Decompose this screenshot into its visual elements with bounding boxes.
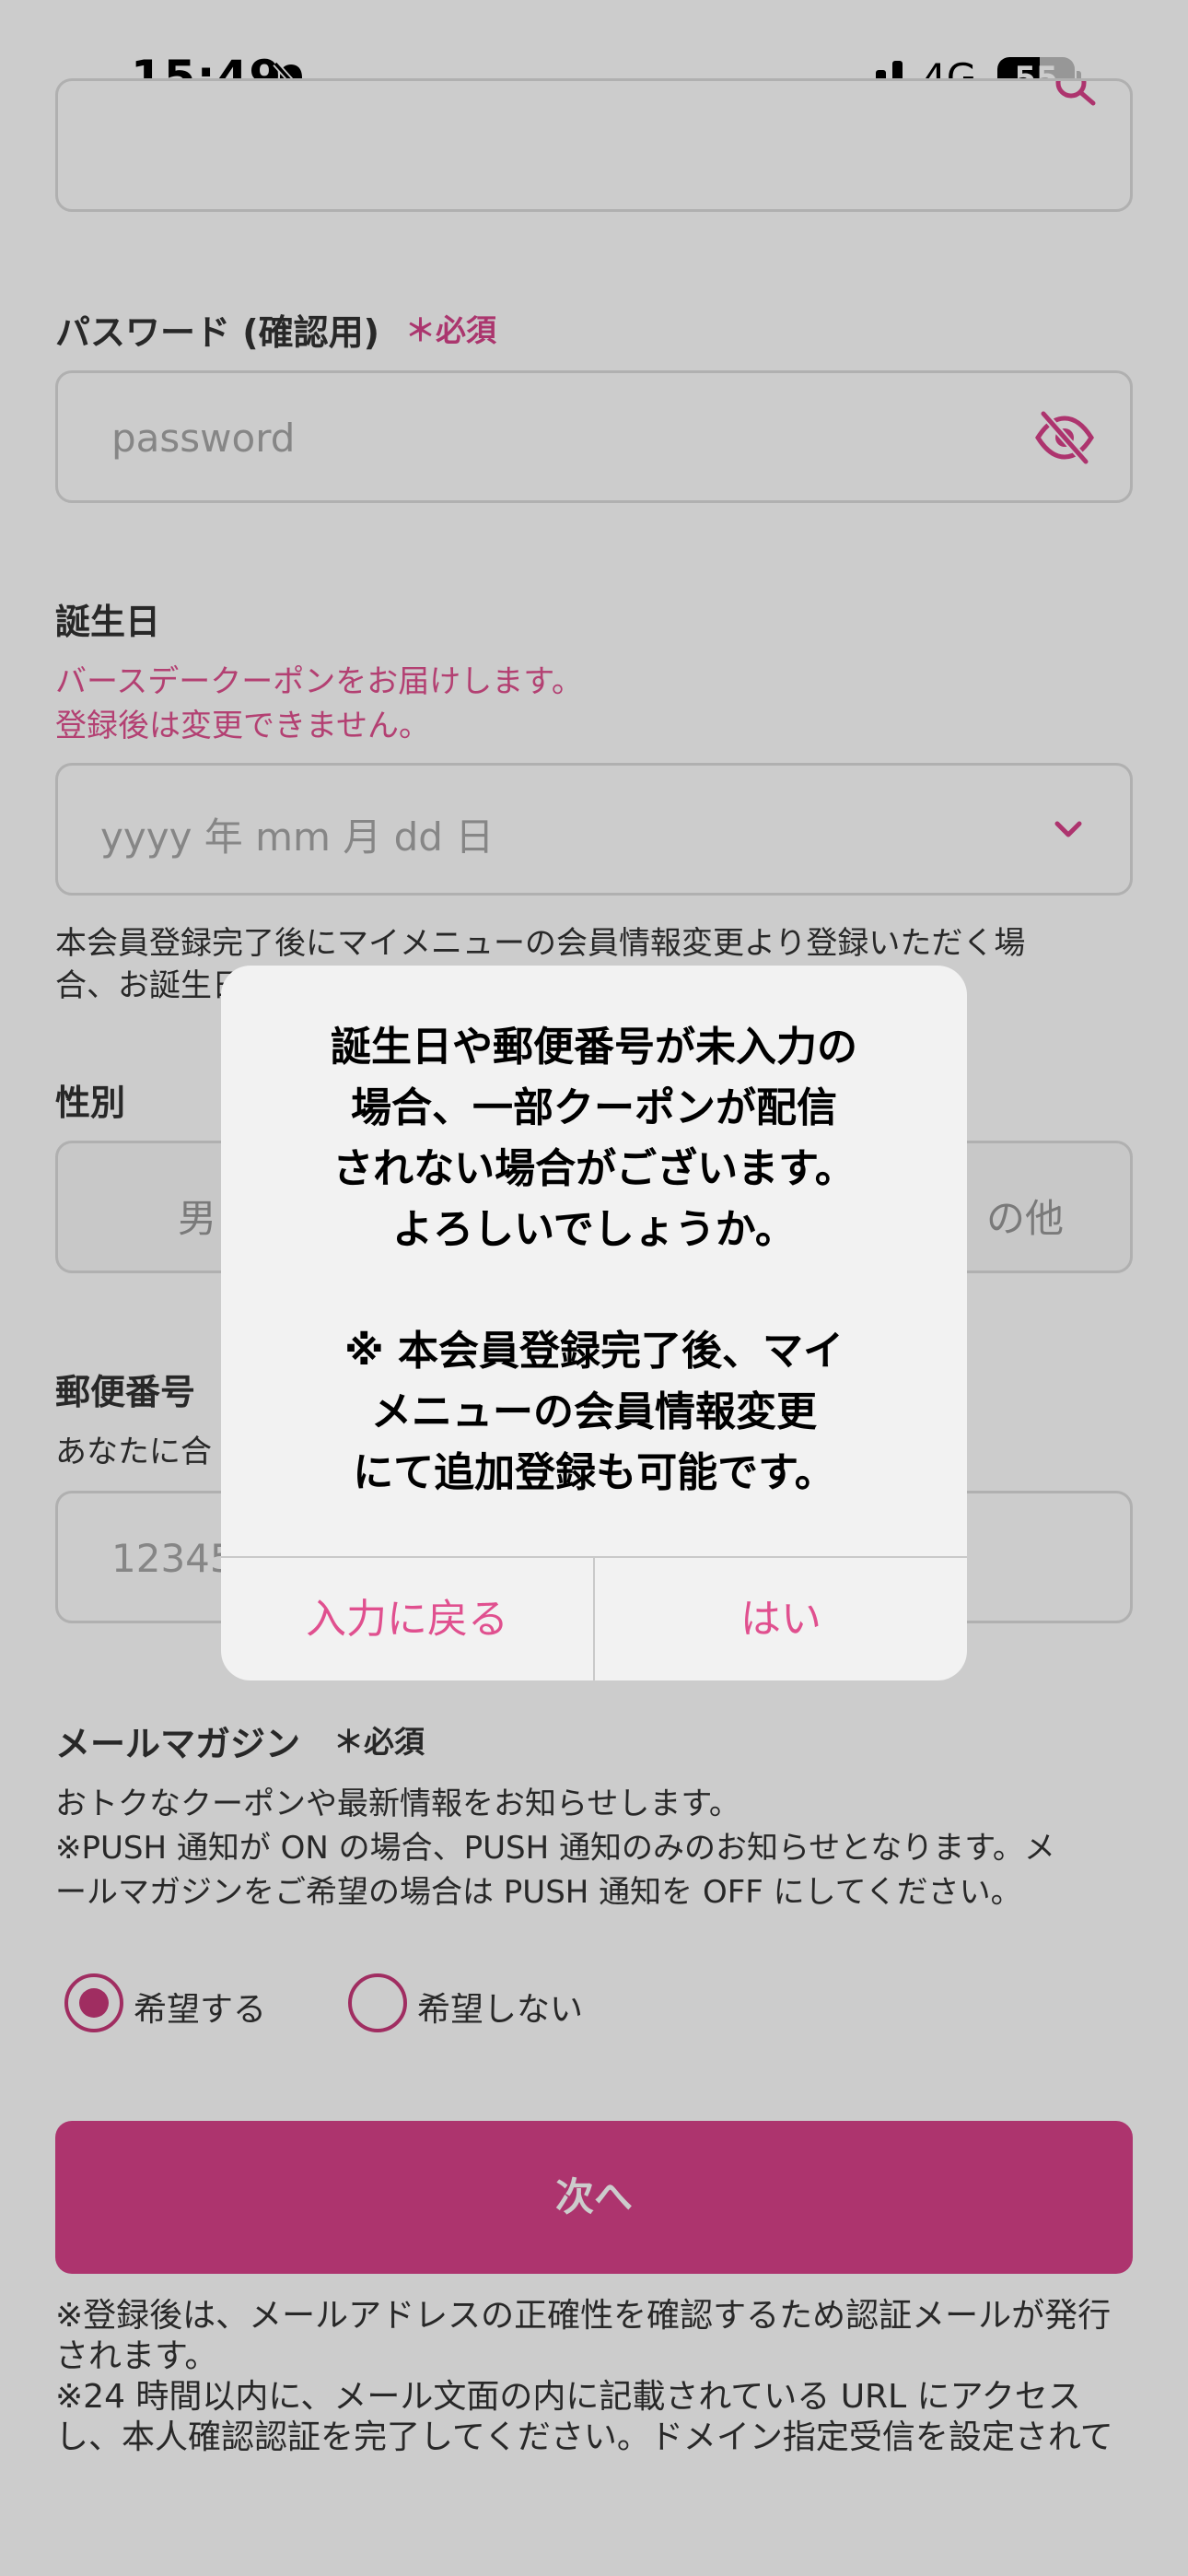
dialog-line-3: されない場合がございます。: [332, 1145, 856, 1192]
dialog-line-4: よろしいでしょうか。: [392, 1206, 796, 1253]
dialog-message: 誕生日や郵便番号が未入力の 場合、一部クーポンが配信 されない場合がございます。…: [258, 1017, 930, 1504]
dialog-line-5: ※ 本会員登録完了後、マイ: [344, 1328, 844, 1375]
dialog-line-7: にて追加登録も可能です。: [353, 1449, 835, 1496]
dialog-line-2: 場合、一部クーポンが配信: [351, 1084, 837, 1131]
confirm-dialog: 誕生日や郵便番号が未入力の 場合、一部クーポンが配信 されない場合がございます。…: [221, 966, 967, 1680]
back-to-input-button[interactable]: 入力に戻る: [221, 1558, 593, 1680]
dialog-line-6: メニューの会員情報変更: [371, 1388, 817, 1435]
yes-button[interactable]: はい: [595, 1558, 967, 1680]
dialog-spacer: [258, 1260, 930, 1321]
dialog-line-1: 誕生日や郵便番号が未入力の: [331, 1024, 857, 1071]
